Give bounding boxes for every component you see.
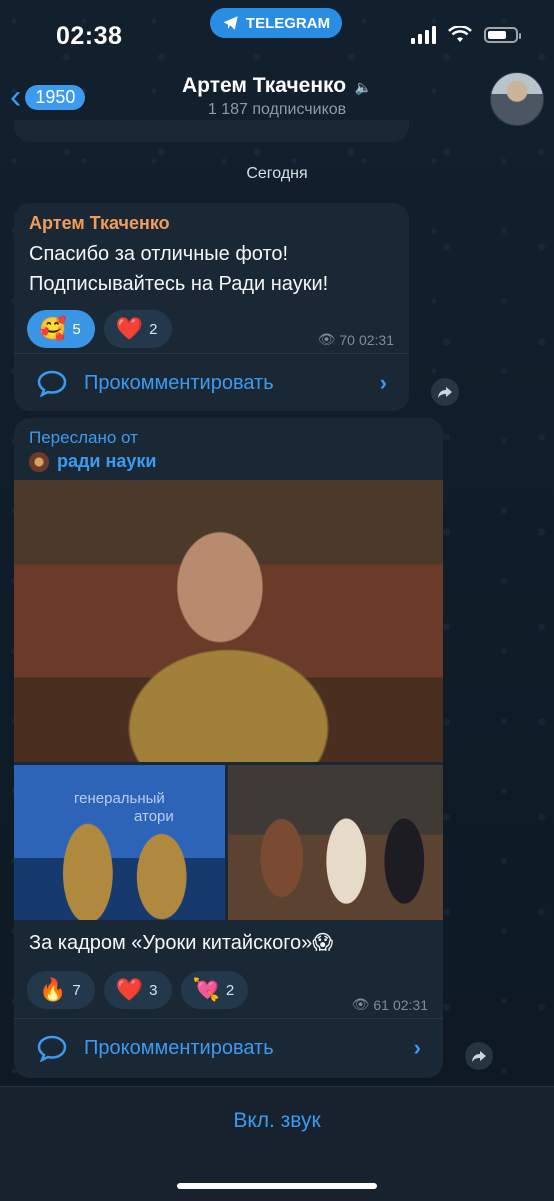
reaction-count: 5: [72, 320, 81, 338]
source-avatar: [29, 451, 49, 472]
bottom-bar: Вкл. звук: [0, 1086, 554, 1201]
comment-label: Прокомментировать: [84, 371, 274, 394]
share-button[interactable]: [465, 1042, 493, 1070]
share-button[interactable]: [431, 378, 459, 406]
telegram-pill[interactable]: TELEGRAM: [210, 8, 342, 38]
clock: 02:38: [56, 22, 123, 50]
message-meta: 👁 70 02:31: [318, 331, 394, 348]
signal-icon: [411, 26, 436, 44]
message-line: Подписывайтесь на Ради науки!: [29, 273, 329, 295]
reaction-chip[interactable]: ❤️ 2: [103, 310, 172, 348]
reaction-chip[interactable]: ❤️ 3: [103, 971, 172, 1009]
telegram-pill-label: TELEGRAM: [245, 14, 331, 32]
reaction-count: 3: [149, 981, 158, 999]
photo-text-line: генеральный: [74, 790, 165, 807]
previous-message-tail[interactable]: [14, 120, 409, 142]
reaction-count: 2: [225, 981, 235, 999]
share-arrow-icon: [438, 387, 452, 398]
message-text: Спасибо за отличные фото! Подписывайтесь…: [29, 239, 328, 299]
reaction-chip[interactable]: 🥰 5: [27, 310, 95, 348]
message-bubble[interactable]: Переслано от ради науки генеральный атор…: [14, 418, 443, 1078]
comment-button[interactable]: Прокомментировать ›: [14, 353, 409, 411]
share-arrow-icon: [472, 1051, 486, 1062]
battery-icon: [484, 27, 521, 43]
channel-info[interactable]: Артем Ткаченко 🔈 1 187 подписчиков: [0, 74, 554, 119]
message-meta: 👁 61 02:31: [352, 996, 428, 1013]
message-caption: За кадром «Уроки китайского»😱: [29, 932, 334, 954]
heart-icon: ❤️: [115, 316, 144, 341]
reaction-chip[interactable]: 🔥 7: [27, 971, 95, 1009]
eye-icon: 👁: [351, 996, 370, 1012]
reactions-row: 🔥 7 ❤️ 3 💘 2: [27, 971, 249, 1009]
photo-text-line: атори: [134, 808, 174, 825]
source-name: ради науки: [57, 451, 157, 471]
chevron-right-icon: ›: [413, 1035, 421, 1060]
comment-label: Прокомментировать: [84, 1036, 274, 1059]
unmute-button[interactable]: Вкл. звук: [0, 1109, 554, 1133]
paper-plane-icon: [223, 16, 238, 30]
view-count: 61: [373, 996, 389, 1013]
subscriber-count: 1 187 подписчиков: [207, 101, 347, 118]
message-bubble[interactable]: Артем Ткаченко Спасибо за отличные фото!…: [14, 203, 409, 411]
channel-title: Артем Ткаченко: [182, 74, 347, 97]
forward-source[interactable]: ради науки: [29, 451, 156, 472]
photo-main[interactable]: [14, 480, 443, 762]
status-bar: 02:38 TELEGRAM: [0, 0, 554, 62]
comment-button[interactable]: Прокомментировать ›: [14, 1018, 443, 1077]
view-count: 70: [339, 331, 355, 348]
heart-icon: ❤️: [115, 977, 144, 1002]
forwarded-label: Переслано от: [29, 428, 138, 447]
reaction-chip[interactable]: 💘 2: [180, 971, 249, 1009]
message-time: 02:31: [358, 331, 394, 348]
heart-arrow-icon: 💘: [192, 977, 220, 1002]
battery-level: [488, 31, 506, 39]
photo-left[interactable]: генеральный атори: [14, 765, 225, 920]
channel-avatar[interactable]: [490, 72, 544, 126]
home-indicator[interactable]: [177, 1183, 377, 1189]
comment-bubble-icon: [37, 1035, 67, 1062]
smiling-hearts-icon: 🥰: [39, 316, 67, 341]
message-line: Спасибо за отличные фото!: [29, 243, 289, 265]
reactions-row: 🥰 5 ❤️ 2: [27, 310, 172, 348]
reaction-count: 2: [149, 320, 158, 338]
fire-icon: 🔥: [39, 977, 67, 1002]
eye-icon: 👁: [317, 331, 336, 347]
speaker-muted-icon: 🔈: [354, 79, 372, 95]
message-time: 02:31: [392, 996, 428, 1013]
photo-text: генеральный атори: [74, 790, 174, 826]
reaction-count: 7: [72, 981, 81, 999]
chevron-right-icon: ›: [379, 370, 387, 395]
comment-bubble-icon: [37, 370, 67, 397]
date-separator: Сегодня: [246, 165, 308, 182]
wifi-icon: [448, 26, 472, 42]
message-author: Артем Ткаченко: [29, 213, 170, 233]
photo-right[interactable]: [228, 765, 443, 920]
